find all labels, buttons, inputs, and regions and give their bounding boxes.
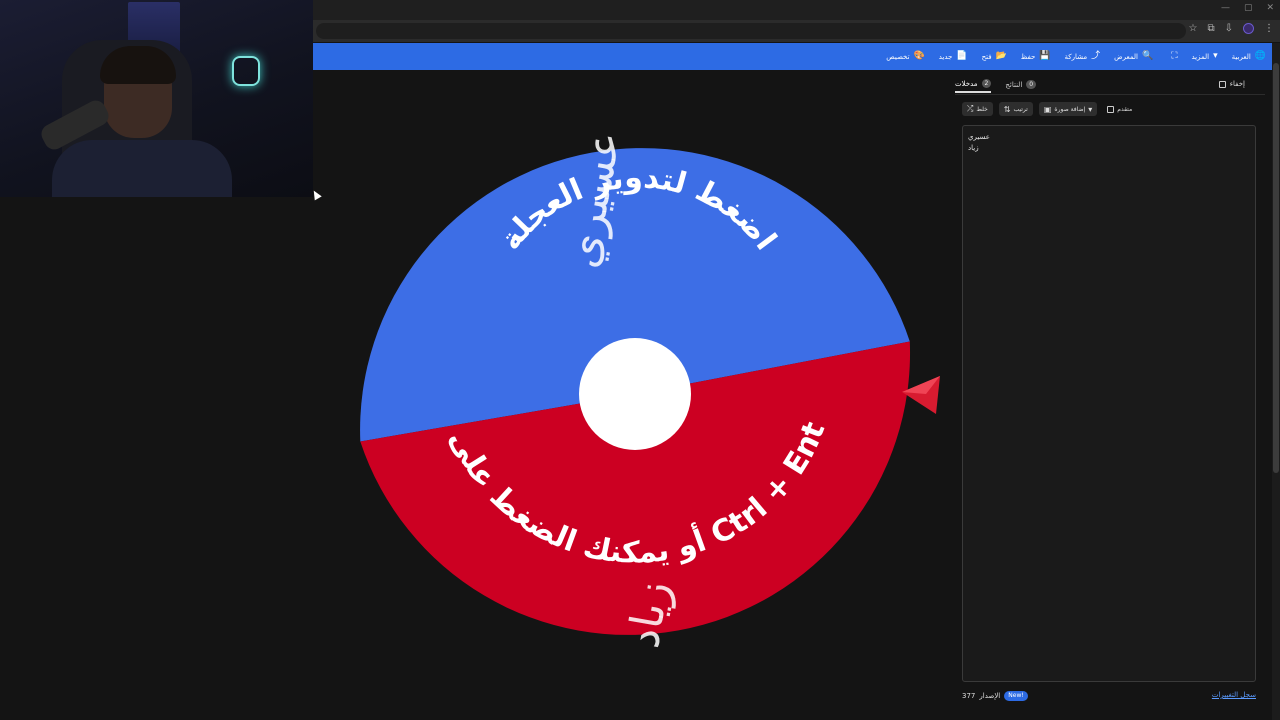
nav-item-label: حفظ [1020, 52, 1036, 61]
more-icon: ▾ [1213, 51, 1218, 61]
entries-panel: مدخلات 2 النتائج 0 إخفاء ⤮ خلط ⇅ ترتيب ▣ إض… [955, 72, 1265, 712]
wheel-center-button[interactable] [579, 338, 691, 450]
nav-item-label: تخصيص [886, 52, 910, 61]
advanced-checkbox[interactable] [1107, 105, 1115, 113]
sort-icon: ⇅ [1003, 104, 1011, 114]
hide-label: إخفاء [1229, 80, 1245, 88]
wheel-pointer-icon [902, 376, 940, 414]
tab-count-badge: 0 [1026, 80, 1037, 89]
address-bar[interactable] [316, 23, 1186, 39]
maximize-icon[interactable]: ▢ [1244, 3, 1253, 13]
downloads-icon[interactable]: ⇩ [1225, 23, 1233, 34]
changelog-link[interactable]: سجل التغييرات [1212, 691, 1256, 699]
tab-count-badge: 2 [981, 79, 992, 88]
nav-item-new[interactable]: جديد 📄 [939, 52, 968, 61]
webcam-overlay [0, 0, 313, 197]
version-number: 377 [962, 692, 976, 700]
nav-item-save[interactable]: حفظ 💾 [1021, 52, 1051, 61]
nav-item-label: فتح [981, 52, 992, 61]
nav-item-open[interactable]: فتح 📂 [982, 52, 1007, 61]
nav-item-fullscreen[interactable]: ⛶ [1167, 52, 1177, 61]
spin-wheel[interactable]: عسيري زياد اضغط لتدوير العجلة أو يمكنك ا… [353, 112, 917, 676]
nav-item-language[interactable]: العربية 🌐 [1232, 52, 1266, 61]
advanced-toggle[interactable]: متقدم [1107, 105, 1133, 113]
image-icon: ▣ [1043, 104, 1052, 114]
open-icon: 📂 [995, 51, 1007, 61]
minimize-icon[interactable]: — [1221, 3, 1230, 13]
version-info: 377 الإصدار New! [962, 691, 1028, 701]
webcam-person-body [52, 140, 232, 197]
add-image-button[interactable]: ▣ إضافة صورة ▾ [1038, 102, 1098, 116]
nav-item-label: المعرض [1114, 52, 1138, 61]
advanced-label: متقدم [1117, 105, 1133, 113]
tab-divider [955, 94, 1265, 95]
menu-icon[interactable]: ⋮ [1264, 23, 1274, 34]
nav-item-label: جديد [938, 52, 953, 61]
entry-line: زياد [968, 144, 979, 152]
nav-item-gallery[interactable]: المعرض 🔍 [1114, 52, 1153, 61]
tab-label: النتائج [1005, 80, 1023, 89]
sort-button[interactable]: ⇅ ترتيب [998, 102, 1033, 116]
screen: — ▢ ✕ ☆ ⧉ ⇩ ⋮ العربية 🌐 المزيد ▾ ⛶ المعرض 🔍 مشا… [0, 0, 1280, 720]
scrollbar-thumb[interactable] [1273, 63, 1279, 473]
tab-label: مدخلات [955, 79, 978, 88]
gallery-icon: 🔍 [1141, 51, 1154, 61]
language-icon: 🌐 [1254, 51, 1266, 61]
hide-panel-toggle[interactable]: إخفاء [1218, 80, 1245, 88]
tab-0[interactable]: مدخلات 2 [955, 79, 992, 93]
version-label: الإصدار [979, 692, 1001, 700]
webcam-neon-lamp [232, 56, 260, 86]
customize-icon: 🎨 [913, 51, 925, 61]
nav-items: العربية 🌐 المزيد ▾ ⛶ المعرض 🔍 مشاركة ⤴ حفظ 💾 فتح 📂 جد… [886, 43, 1266, 70]
browser-toolbar-icons: ☆ ⧉ ⇩ ⋮ [1189, 23, 1274, 34]
chevron-down-icon: ▾ [1088, 104, 1093, 114]
app-navbar: العربية 🌐 المزيد ▾ ⛶ المعرض 🔍 مشاركة ⤴ حفظ 💾 فتح 📂 جد… [313, 43, 1272, 70]
shuffle-button[interactable]: ⤮ خلط [962, 102, 993, 116]
nav-item-share[interactable]: مشاركة ⤴ [1065, 52, 1101, 61]
webcam-person-hair [100, 46, 176, 84]
new-badge[interactable]: New! [1004, 691, 1028, 701]
shuffle-icon: ⤮ [967, 104, 974, 113]
nav-item-label: مشاركة [1064, 52, 1088, 61]
nav-item-label: المزيد [1191, 52, 1210, 61]
nav-item-label: العربية [1231, 52, 1251, 61]
sort-label: ترتيب [1013, 105, 1028, 113]
nav-item-more[interactable]: المزيد ▾ [1192, 52, 1218, 61]
window-controls: — ▢ ✕ [1221, 3, 1274, 13]
save-icon: 💾 [1039, 51, 1051, 61]
wheel-segment-label-red: زياد [618, 577, 680, 651]
share-icon: ⤴ [1091, 51, 1101, 61]
add-image-label: إضافة صورة [1054, 105, 1086, 113]
nav-item-customize[interactable]: تخصيص 🎨 [886, 52, 924, 61]
fullscreen-icon: ⛶ [1171, 51, 1178, 61]
profile-avatar-icon[interactable] [1243, 23, 1254, 34]
entry-line: عسيري [968, 133, 990, 141]
entries-textarea[interactable]: عسيري زياد [962, 125, 1256, 682]
shuffle-label: خلط [976, 105, 988, 113]
hide-checkbox[interactable] [1218, 80, 1226, 88]
entries-controls: ⤮ خلط ⇅ ترتيب ▣ إضافة صورة ▾ متقدم [962, 102, 1132, 116]
page-scrollbar[interactable] [1272, 43, 1280, 720]
tab-1[interactable]: النتائج 0 [1005, 80, 1037, 92]
extensions-icon[interactable]: ⧉ [1207, 23, 1214, 34]
new-icon: 📄 [956, 51, 968, 61]
star-icon[interactable]: ☆ [1189, 23, 1198, 34]
close-icon[interactable]: ✕ [1266, 3, 1274, 13]
mouse-cursor-icon [310, 188, 322, 201]
panel-tabs: مدخلات 2 النتائج 0 [955, 78, 1037, 94]
